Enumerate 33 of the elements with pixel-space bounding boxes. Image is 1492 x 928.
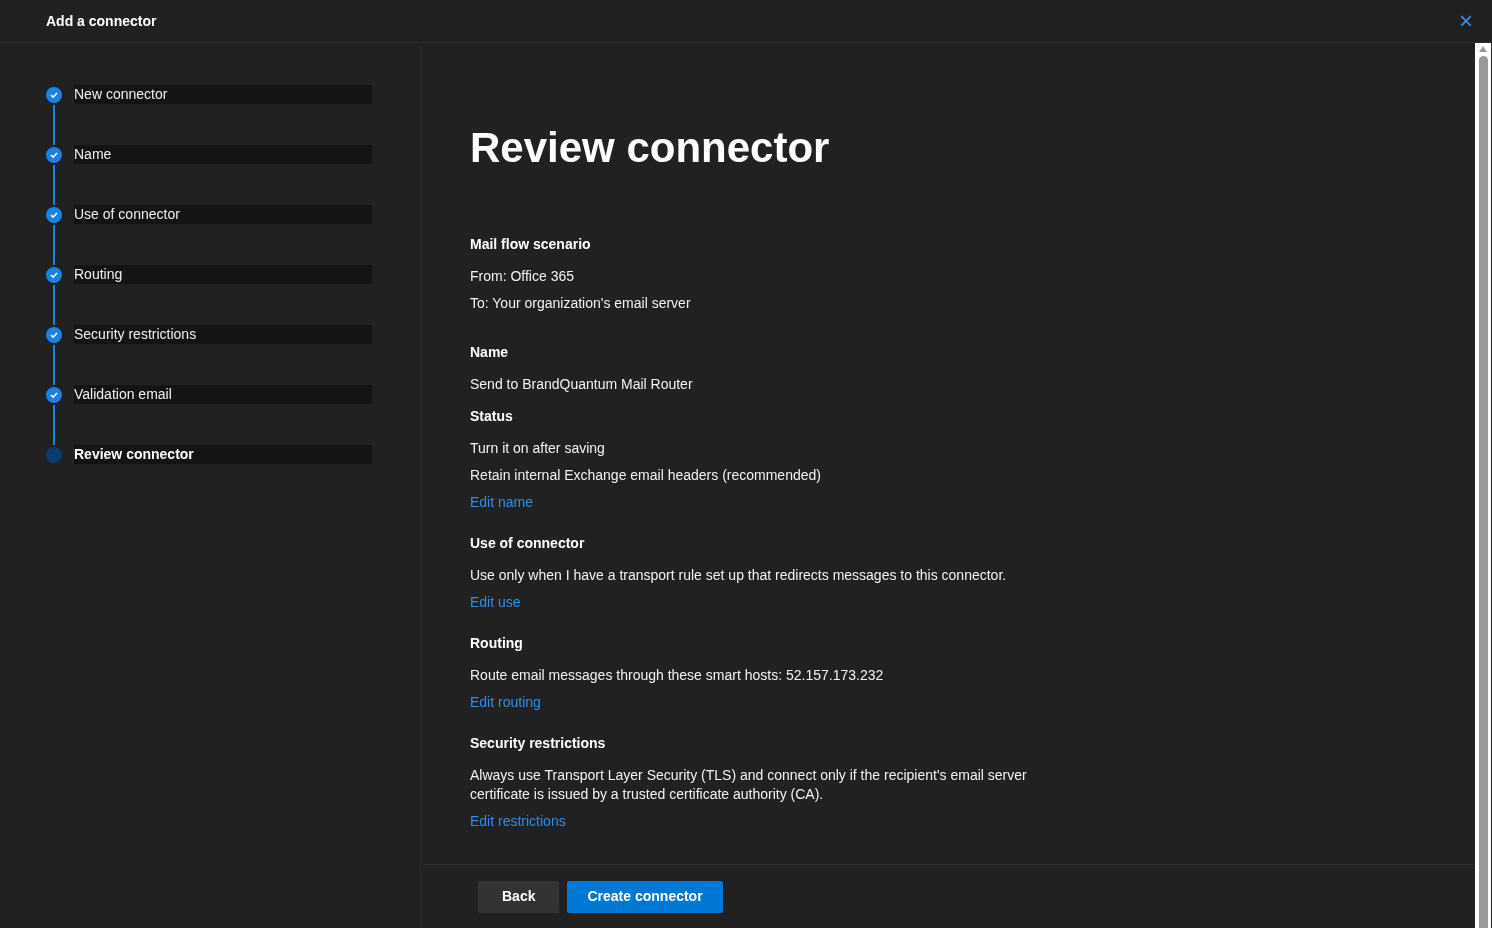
- page-title: Review connector: [470, 123, 831, 173]
- section-text: From: Office 365: [470, 267, 575, 286]
- scroll-up-icon[interactable]: [1478, 45, 1488, 53]
- step-item[interactable]: Use of connector: [74, 205, 372, 224]
- section-text: Send to BrandQuantum Mail Router: [470, 375, 694, 394]
- close-button[interactable]: ×: [1456, 9, 1476, 33]
- window-title: Add a connector: [46, 11, 157, 31]
- section-text: Always use Transport Layer Security (TLS) and connect only if the recipient's email server certificate is issued by a trusted certificate authority (CA).: [470, 766, 1028, 804]
- section-heading: Status: [470, 407, 514, 426]
- step-item[interactable]: Review connector: [74, 445, 372, 464]
- scrollbar-thumb[interactable]: [1478, 56, 1488, 928]
- section-text: Use only when I have a transport rule set up that redirects messages to this connector.: [470, 566, 1008, 585]
- section-heading: Security restrictions: [470, 734, 607, 753]
- scrollbar[interactable]: [1475, 43, 1491, 928]
- section-heading: Mail flow scenario: [470, 235, 592, 254]
- edit-link[interactable]: Edit routing: [470, 693, 541, 712]
- section-heading: Routing: [470, 634, 524, 653]
- step-item[interactable]: Security restrictions: [74, 325, 372, 344]
- edit-link[interactable]: Edit restrictions: [470, 812, 566, 831]
- edit-link[interactable]: Edit use: [470, 593, 521, 612]
- section-heading: Use of connector: [470, 534, 586, 553]
- step-item[interactable]: Validation email: [74, 385, 372, 404]
- section-text: Retain internal Exchange email headers (recommended): [470, 466, 822, 485]
- step-item[interactable]: Name: [74, 145, 372, 164]
- edit-link[interactable]: Edit name: [470, 493, 534, 512]
- section-text: To: Your organization's email server: [470, 294, 692, 313]
- step-item[interactable]: New connector: [74, 85, 372, 104]
- back-button[interactable]: Back: [478, 880, 560, 913]
- section-text: Route email messages through these smart hosts: 52.157.173.232: [470, 666, 885, 685]
- create-button[interactable]: Create connector: [567, 880, 723, 913]
- section-heading: Name: [470, 343, 510, 362]
- step-item[interactable]: Routing: [74, 265, 372, 284]
- section-text: Turn it on after saving: [470, 439, 606, 458]
